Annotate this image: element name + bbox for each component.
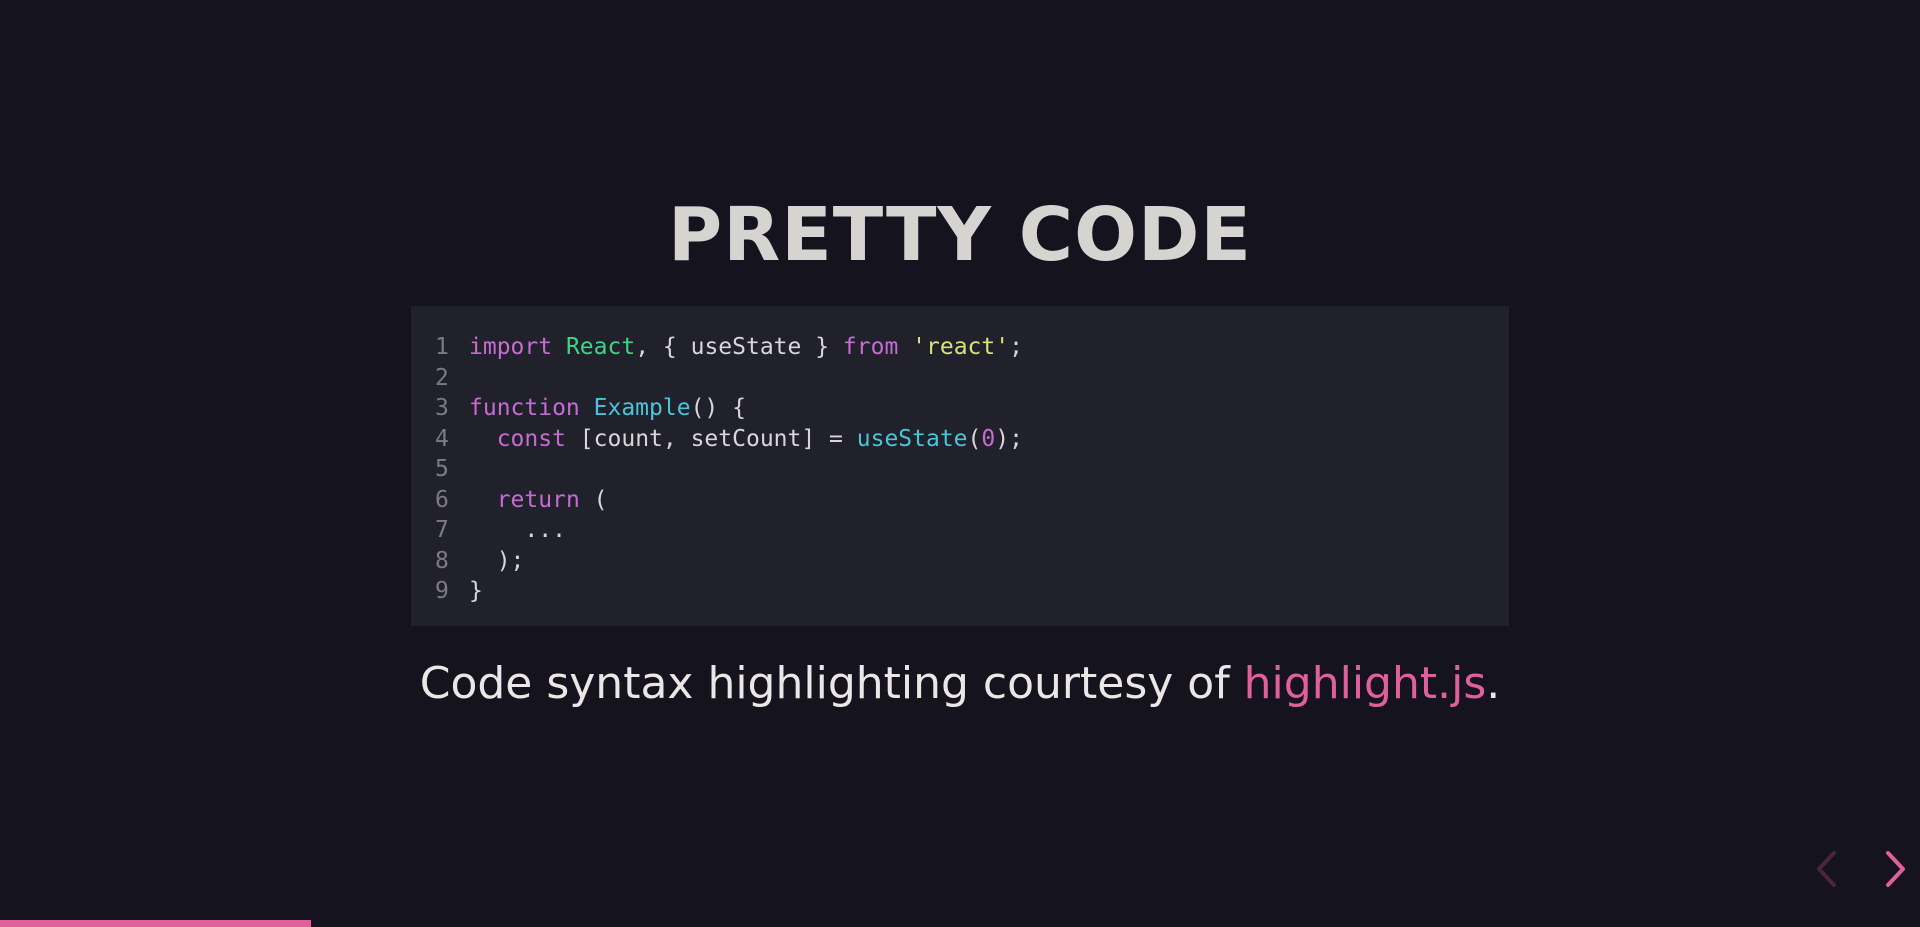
prev-slide-button[interactable]	[1810, 848, 1844, 890]
code-token: ;	[1009, 334, 1023, 360]
code-block: 1 import React, { useState } from 'react'…	[411, 306, 1509, 626]
code-token: from	[842, 334, 899, 360]
line-number: 4	[435, 425, 449, 452]
code-token: );	[995, 425, 1023, 452]
code-token: }	[469, 578, 483, 604]
code-token: function	[469, 395, 580, 421]
code-token: );	[469, 547, 525, 574]
code-token: , { useState }	[635, 334, 843, 360]
line-number: 3	[435, 395, 449, 421]
line-number: 7	[435, 517, 449, 543]
code-line: 6 return (	[435, 485, 1509, 516]
line-number: 5	[435, 456, 449, 482]
line-number: 1	[435, 334, 449, 360]
progress-bar-fill	[0, 920, 312, 927]
code-token: return	[496, 486, 580, 513]
code-token: useState	[856, 425, 968, 452]
slide-caption: Code syntax highlighting courtesy of hig…	[0, 656, 1920, 712]
line-number: 2	[435, 364, 449, 391]
code-token: const	[496, 425, 566, 452]
code-token: React	[565, 334, 636, 360]
code-token: () {	[690, 395, 746, 421]
slide: PRETTY CODE 1 import React, { useState } …	[0, 0, 1920, 927]
code-token: ...	[469, 517, 566, 543]
code-line: 8 );	[435, 546, 1509, 577]
code-token: import	[469, 334, 553, 360]
code-token: 0	[981, 425, 996, 452]
code-line: 7 ...	[435, 515, 1509, 546]
caption-period: .	[1486, 658, 1501, 709]
next-slide-button[interactable]	[1878, 848, 1912, 890]
highlightjs-link[interactable]: highlight.js	[1244, 658, 1487, 709]
code-token: Example	[593, 395, 691, 421]
code-line: 5	[435, 454, 1509, 485]
chevron-right-icon	[1886, 851, 1905, 887]
code-line: 4 const [count, setCount] = useState(0);	[435, 424, 1509, 455]
code-token: (	[579, 486, 608, 513]
code-token: [count, setCount] =	[565, 425, 857, 452]
code-token: (	[967, 425, 982, 452]
code-line: 1 import React, { useState } from 'react'…	[435, 332, 1509, 363]
code-line: 2	[435, 363, 1509, 394]
code-line: 3 function Example() {	[435, 393, 1509, 424]
chevron-left-icon	[1817, 851, 1836, 887]
code-line: 9}	[435, 576, 1509, 607]
line-number: 8	[435, 547, 449, 574]
code-token: 'react'	[912, 334, 1010, 360]
line-number: 6	[435, 486, 449, 513]
slide-title: PRETTY CODE	[668, 192, 1252, 278]
line-number: 9	[435, 578, 449, 604]
progress-bar	[0, 920, 1920, 927]
caption-text: Code syntax highlighting courtesy of	[419, 658, 1244, 709]
